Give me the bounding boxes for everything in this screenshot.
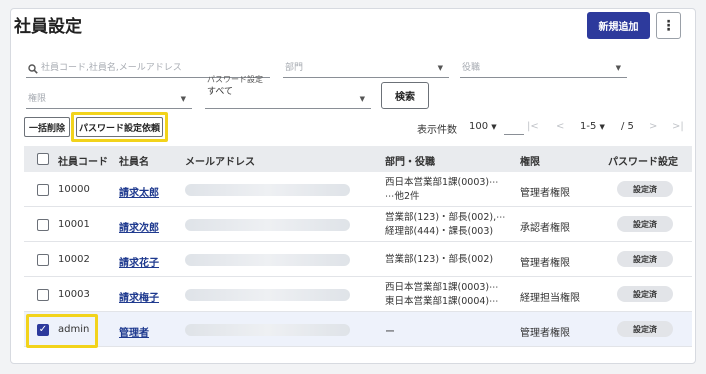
next-page-icon[interactable]: > — [649, 121, 657, 132]
status-badge: 設定済 — [617, 321, 673, 337]
role-select[interactable]: 役職 ▼ — [460, 55, 627, 78]
highlight-box — [26, 314, 98, 348]
permission-placeholder: 権限 — [28, 94, 47, 104]
department-placeholder: 部門 — [285, 63, 304, 73]
per-page-label: 表示件数 — [417, 125, 457, 136]
email-blurred — [185, 219, 350, 231]
row-checkbox[interactable] — [37, 254, 49, 266]
bulk-delete-button[interactable]: 一括削除 — [24, 117, 70, 137]
search-button[interactable]: 検索 — [381, 82, 429, 109]
per-page-value: 100 — [469, 121, 489, 132]
page-range: 1-5 — [580, 121, 597, 132]
chevron-down-icon: ▼ — [180, 95, 186, 103]
department-line1: 営業部(123)・部長(002),⋯ — [385, 212, 506, 223]
chevron-down-icon: ▼ — [491, 123, 497, 131]
status-badge: 設定済 — [617, 251, 673, 267]
header-password[interactable]: パスワード設定 — [608, 153, 678, 168]
page-range-select[interactable]: 1-5 ▼ — [580, 121, 605, 132]
permission-value: 管理者権限 — [520, 188, 570, 199]
email-blurred — [185, 184, 350, 196]
prev-page-icon[interactable]: < — [556, 121, 564, 132]
header-department[interactable]: 部門・役職 — [385, 153, 435, 168]
status-badge: 設定済 — [617, 216, 673, 232]
department-line2: ⋯他2件 — [385, 191, 420, 202]
status-badge: 設定済 — [617, 286, 673, 302]
employee-name-link[interactable]: 請求次郎 — [119, 219, 159, 234]
department-line1: 西日本営業部1課(0003)⋯ — [385, 177, 499, 188]
chevron-down-icon: ▼ — [615, 64, 621, 72]
page-title: 社員設定 — [14, 17, 82, 37]
password-setting-value: すべて — [207, 87, 234, 97]
header-code[interactable]: 社員コード — [58, 153, 108, 168]
employee-code: 10003 — [58, 289, 90, 300]
page-total: / 5 — [621, 121, 634, 132]
employee-name-link[interactable]: 管理者 — [119, 324, 149, 339]
email-blurred — [185, 324, 350, 336]
header-permission[interactable]: 権限 — [520, 153, 540, 168]
per-page-select[interactable]: 100 ▼ — [469, 121, 497, 132]
header-name[interactable]: 社員名 — [119, 153, 149, 168]
email-blurred — [185, 254, 350, 266]
department-select[interactable]: 部門 ▼ — [283, 55, 449, 78]
department-line1: 西日本営業部1課(0003)⋯ — [385, 282, 499, 293]
highlight-box — [71, 112, 168, 142]
row-checkbox[interactable] — [37, 184, 49, 196]
employee-code: 10000 — [58, 184, 90, 195]
more-options-button[interactable]: ⋮ — [656, 12, 681, 39]
department-line1: 営業部(123)・部長(002) — [385, 254, 494, 265]
select-all-checkbox[interactable] — [37, 153, 49, 165]
employee-code: 10001 — [58, 219, 90, 230]
chevron-down-icon: ▼ — [437, 64, 443, 72]
per-page-underline — [504, 121, 524, 135]
first-page-icon[interactable]: |< — [527, 121, 539, 132]
permission-value: 管理者権限 — [520, 328, 570, 339]
permission-value: 経理担当権限 — [520, 293, 580, 304]
last-page-icon[interactable]: >| — [672, 121, 684, 132]
search-placeholder: 社員コード,社員名,メールアドレス — [41, 63, 182, 73]
header-email[interactable]: メールアドレス — [185, 153, 255, 168]
chevron-down-icon: ▼ — [359, 95, 365, 103]
status-badge: 設定済 — [617, 181, 673, 197]
employee-name-link[interactable]: 請求梅子 — [119, 289, 159, 304]
department-line2: 経理部(444)・課長(003) — [385, 226, 494, 237]
employee-code: 10002 — [58, 254, 90, 265]
chevron-down-icon: ▼ — [599, 123, 605, 131]
email-blurred — [185, 289, 350, 301]
new-employee-button[interactable]: 新規追加 — [587, 12, 650, 39]
department-value: ー — [385, 327, 395, 338]
row-checkbox[interactable] — [37, 289, 49, 301]
role-placeholder: 役職 — [462, 63, 481, 73]
employee-name-link[interactable]: 請求太郎 — [119, 184, 159, 199]
row-checkbox[interactable] — [37, 219, 49, 231]
employee-name-link[interactable]: 請求花子 — [119, 254, 159, 269]
search-icon — [28, 64, 38, 74]
permission-value: 承認者権限 — [520, 223, 570, 234]
department-line2: 東日本営業部1課(0004)⋯ — [385, 296, 499, 307]
permission-select[interactable]: 権限 ▼ — [26, 86, 192, 109]
permission-value: 管理者権限 — [520, 258, 570, 269]
